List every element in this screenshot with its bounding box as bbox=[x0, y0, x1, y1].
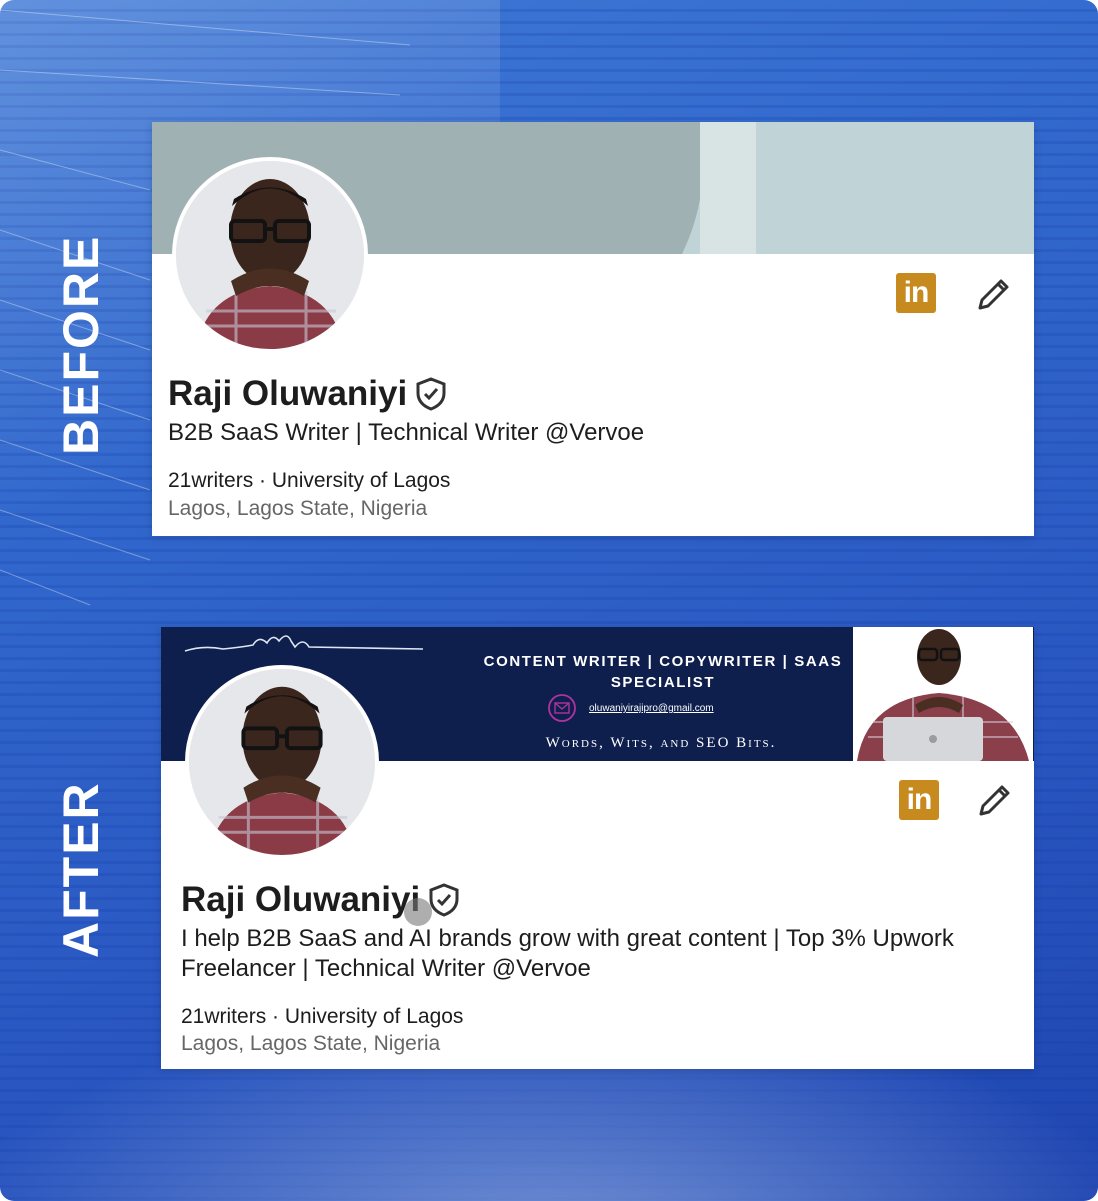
before-profile-card: in Raji Oluwaniyi B2B SaaS Writer | Tech… bbox=[152, 122, 1034, 536]
name-text: Raji Oluwaniyi bbox=[168, 374, 408, 413]
profile-company[interactable]: 21writers · University of Lagos bbox=[168, 469, 450, 493]
pencil-icon[interactable] bbox=[975, 780, 1015, 820]
profile-location: Lagos, Lagos State, Nigeria bbox=[168, 497, 428, 520]
banner-title: CONTENT WRITER | COPYWRITER | SAAS SPECI… bbox=[461, 651, 865, 693]
before-label: BEFORE bbox=[53, 234, 109, 455]
banner-email: oluwaniyirajipro@gmail.com bbox=[589, 703, 714, 714]
comparison-canvas: BEFORE AFTER in Raji Oluwaniyi B2B SaaS … bbox=[0, 0, 1098, 1201]
profile-company[interactable]: 21writers · University of Lagos bbox=[181, 1005, 463, 1029]
signature-mark bbox=[184, 635, 424, 652]
cursor-indicator bbox=[404, 898, 432, 926]
banner-tagline: Words, Wits, and SEO Bits. bbox=[545, 735, 777, 751]
verified-shield-icon bbox=[429, 883, 459, 917]
pencil-icon[interactable] bbox=[974, 274, 1014, 314]
banner-title-line2: SPECIALIST bbox=[610, 674, 716, 691]
avatar[interactable] bbox=[185, 665, 379, 859]
banner-photo bbox=[853, 627, 1033, 761]
profile-headline: I help B2B SaaS and AI brands grow with … bbox=[181, 925, 954, 982]
profile-headline: B2B SaaS Writer | Technical Writer @Verv… bbox=[168, 419, 645, 446]
banner-title-line1: CONTENT WRITER | COPYWRITER | SAAS bbox=[483, 653, 843, 670]
profile-name: Raji Oluwaniyi bbox=[168, 374, 447, 414]
after-profile-card: CONTENT WRITER | COPYWRITER | SAAS SPECI… bbox=[161, 627, 1034, 1069]
email-icon bbox=[548, 694, 576, 722]
name-text: Raji Oluwaniyi bbox=[181, 880, 421, 919]
linkedin-icon[interactable]: in bbox=[896, 273, 936, 313]
profile-location: Lagos, Lagos State, Nigeria bbox=[181, 1032, 441, 1055]
verified-shield-icon bbox=[416, 377, 446, 411]
avatar[interactable] bbox=[172, 157, 368, 353]
linkedin-icon[interactable]: in bbox=[899, 780, 939, 820]
after-label: AFTER bbox=[53, 781, 109, 958]
